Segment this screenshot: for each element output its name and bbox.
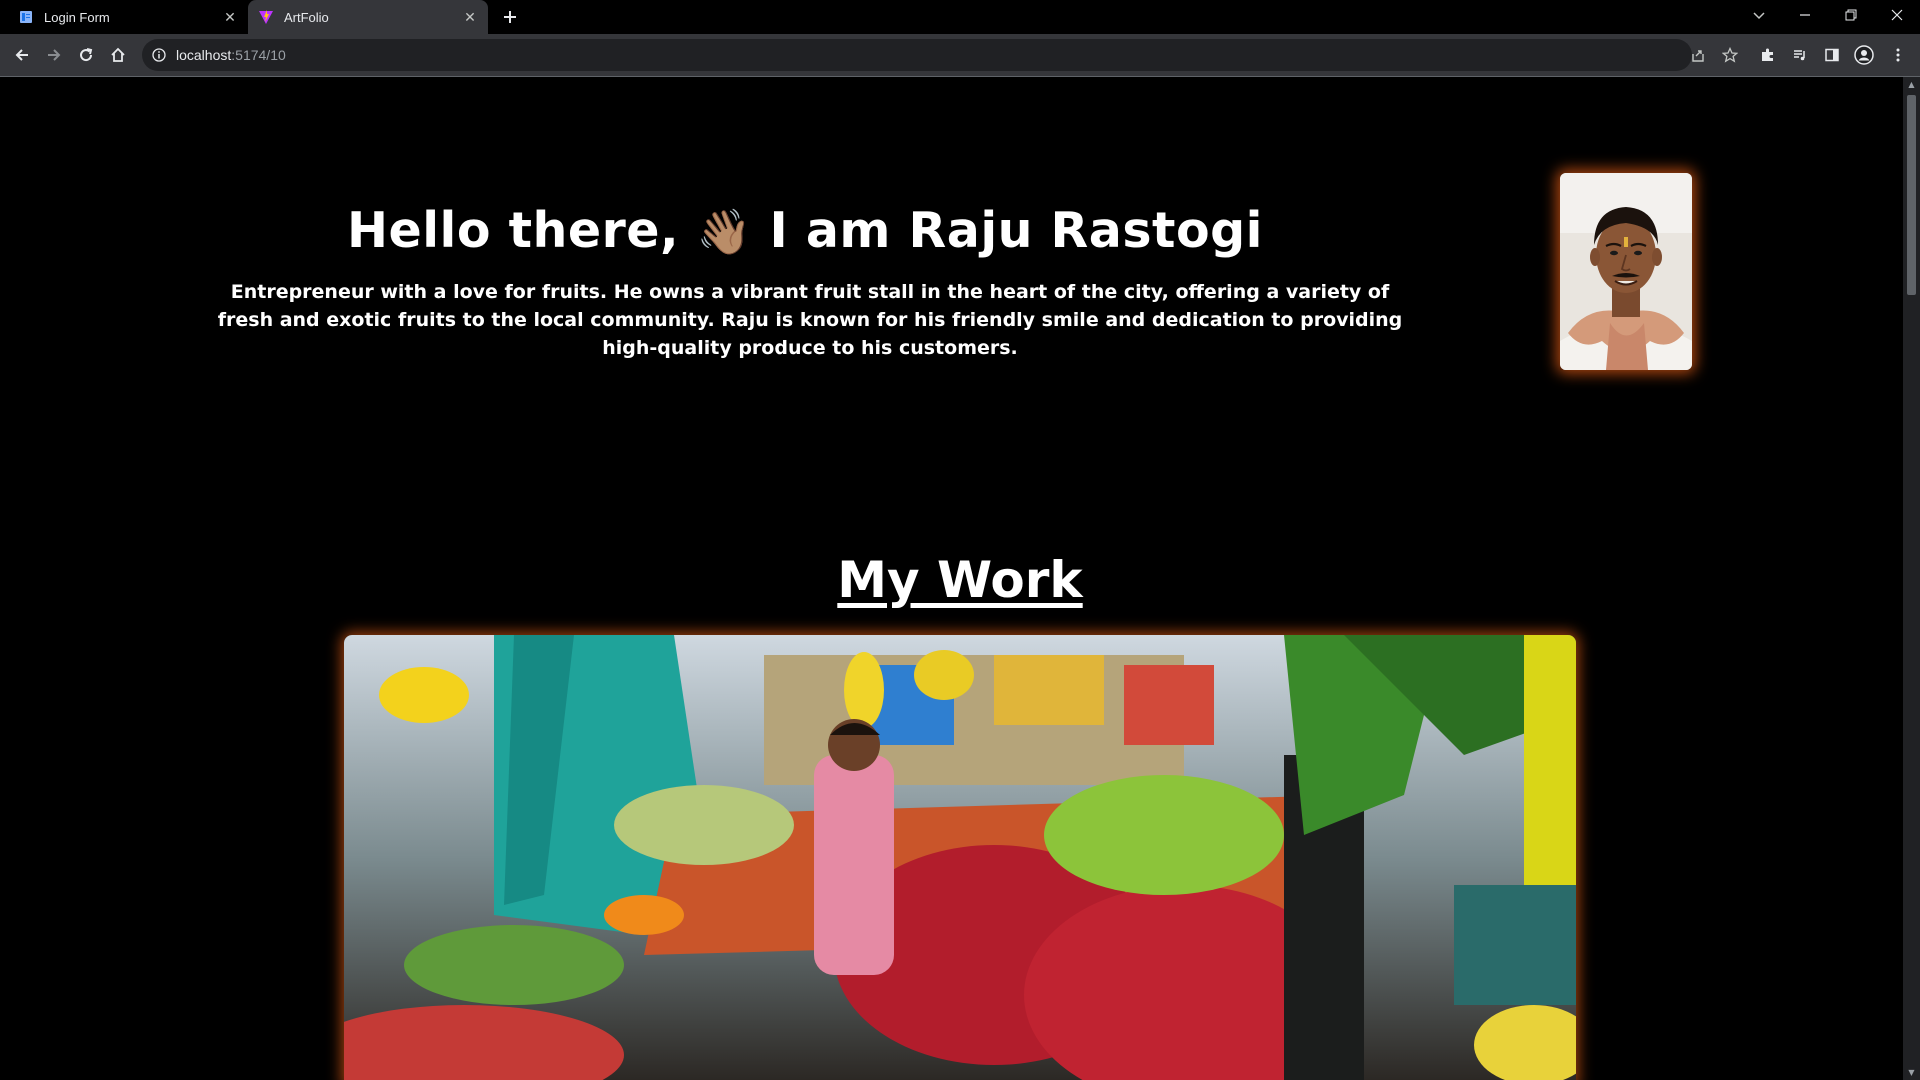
puzzle-icon (1762, 48, 1773, 61)
hero-heading: Hello there, 👋🏽 I am Raju Rastogi (200, 202, 1410, 259)
side-panel-icon (1825, 48, 1839, 62)
wave-emoji: 👋🏽 (696, 207, 752, 258)
media-control-button[interactable] (1786, 41, 1814, 69)
tab-search-button[interactable] (1736, 0, 1782, 30)
more-vert-icon (1896, 48, 1900, 62)
restore-icon (1845, 9, 1857, 21)
close-tab-icon[interactable]: ✕ (462, 9, 478, 25)
greeting-text: Hello there, (347, 202, 680, 259)
close-window-button[interactable] (1874, 0, 1920, 30)
reload-button[interactable] (72, 41, 100, 69)
playlist-icon (1794, 50, 1805, 61)
info-icon[interactable] (152, 48, 166, 62)
profile-button[interactable] (1850, 41, 1878, 69)
extensions-button[interactable] (1754, 41, 1782, 69)
my-work-heading: My Work (837, 551, 1083, 609)
close-tab-icon[interactable]: ✕ (222, 9, 238, 25)
tab-title: ArtFolio (284, 9, 329, 25)
name-text: I am Raju Rastogi (769, 202, 1263, 259)
page-scrollbar[interactable]: ▲ ▼ (1903, 77, 1920, 1080)
profile-photo (1560, 173, 1692, 370)
minimize-button[interactable] (1782, 0, 1828, 30)
tab-login-form[interactable]: Login Form ✕ (8, 0, 248, 34)
arrow-left-icon (15, 49, 28, 61)
chevron-down-icon (1753, 12, 1765, 20)
home-icon (111, 47, 125, 62)
forward-button[interactable] (40, 41, 68, 69)
menu-button[interactable] (1884, 41, 1912, 69)
fruit-stall-image (344, 635, 1576, 1080)
scrollbar-thumb[interactable] (1907, 95, 1916, 295)
document-icon (20, 11, 32, 23)
tab-title: Login Form (44, 9, 110, 25)
share-icon (1692, 50, 1704, 62)
tab-artfolio[interactable]: ArtFolio ✕ (248, 0, 488, 34)
url-host: localhost (176, 47, 232, 63)
browser-tab-bar: Login Form ✕ ArtFolio ✕ (0, 0, 1920, 34)
address-bar[interactable]: localhost:5174/10 (142, 39, 1692, 71)
arrow-right-icon (48, 49, 61, 61)
restore-button[interactable] (1828, 0, 1874, 30)
work-photo-fruit-stall (344, 635, 1576, 1080)
hero-description: Entrepreneur with a love for fruits. He … (217, 281, 1403, 359)
scroll-down-icon[interactable]: ▼ (1907, 1068, 1916, 1077)
page-content: Hello there, 👋🏽 I am Raju Rastogi Entrep… (0, 77, 1903, 1080)
browser-toolbar: localhost:5174/10 (0, 34, 1920, 76)
avatar-icon (1854, 45, 1874, 65)
portrait-image (1560, 173, 1692, 370)
back-button[interactable] (8, 41, 36, 69)
side-panel-button[interactable] (1818, 41, 1846, 69)
url-path: :5174/10 (231, 47, 286, 63)
plus-icon (504, 11, 516, 23)
bookmark-button[interactable] (1716, 41, 1744, 69)
close-icon (1891, 9, 1903, 21)
scroll-up-icon[interactable]: ▲ (1907, 80, 1916, 89)
reload-icon (80, 48, 93, 62)
vite-icon (259, 10, 273, 24)
new-tab-button[interactable] (498, 5, 522, 29)
share-button[interactable] (1684, 41, 1712, 69)
minimize-icon (1800, 14, 1810, 16)
home-button[interactable] (104, 41, 132, 69)
star-icon (1722, 47, 1738, 63)
